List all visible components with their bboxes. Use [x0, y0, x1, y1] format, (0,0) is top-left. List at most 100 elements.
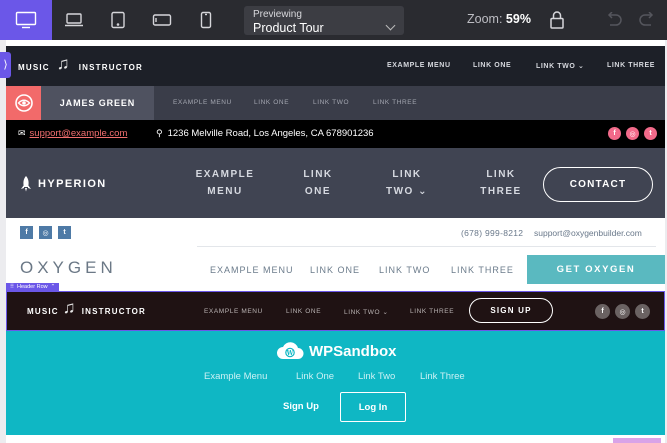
- nav-link-two[interactable]: LINK TWO ⌄: [344, 308, 389, 316]
- nav-link-one[interactable]: LINK ONE: [310, 265, 360, 275]
- nav-link-one[interactable]: LINK ONE: [286, 308, 321, 315]
- nav-link-one[interactable]: Link One: [296, 371, 334, 382]
- nav-link-three[interactable]: LINK THREE: [373, 99, 417, 106]
- tablet-landscape-view-button[interactable]: [96, 0, 140, 40]
- wpsandbox-brand-text: WPSandbox: [309, 342, 397, 360]
- nav-link-two[interactable]: LINK TWO: [313, 99, 349, 106]
- mobile-icon: [200, 11, 212, 29]
- zoom-value: 59%: [505, 12, 531, 26]
- undo-icon[interactable]: [605, 11, 623, 33]
- nav-line-1: LINK: [392, 169, 422, 180]
- social-icons: f ◎ t: [595, 304, 650, 319]
- brand-right-text: INSTRUCTOR: [78, 62, 144, 72]
- desktop-view-button[interactable]: [0, 0, 52, 40]
- nav-link-one[interactable]: LINK ONE: [298, 166, 338, 200]
- nav-example-menu[interactable]: Example Menu: [204, 371, 267, 382]
- oxygen-header: f ◎ t (678) 999-8212 support@oxygenbuild…: [6, 218, 665, 290]
- music-instructor-logo[interactable]: MUSIC ♫ INSTRUCTOR: [18, 54, 144, 74]
- preview-select[interactable]: Previewing Product Tour: [244, 6, 404, 35]
- laptop-view-button[interactable]: [52, 0, 96, 40]
- nav-link-two[interactable]: LINK TWO ⌄: [382, 166, 432, 200]
- zoom-label: Zoom:: [467, 12, 503, 26]
- preview-value: Product Tour: [253, 21, 324, 35]
- nav-line-1: LINK: [486, 169, 516, 180]
- contact-button[interactable]: CONTACT: [543, 167, 653, 202]
- address-text: 1236 Melville Road, Los Angeles, CA 6789…: [167, 128, 374, 139]
- nav-link-three[interactable]: LINK THREE: [410, 308, 454, 315]
- music-instructor-header: MUSIC ♫ INSTRUCTOR EXAMPLE MENU LINK ONE…: [6, 46, 665, 86]
- music-note-icon: ♫: [56, 54, 71, 73]
- nav-link-two[interactable]: Link Two: [358, 371, 395, 382]
- panel-toggle-tab[interactable]: ⟩: [0, 52, 11, 78]
- facebook-icon[interactable]: f: [608, 127, 621, 140]
- phone-number[interactable]: (678) 999-8212: [461, 228, 523, 238]
- desktop-icon: [15, 11, 37, 29]
- oxygen-logo[interactable]: OXYGEN: [20, 258, 117, 278]
- nav-line-1: EXAMPLE: [195, 169, 255, 180]
- selected-header-row[interactable]: ⠿ Header Row ⌃ MUSIC ♫ INSTRUCTOR EXAMPL…: [6, 283, 665, 331]
- page-frame: MUSIC ♫ INSTRUCTOR EXAMPLE MENU LINK ONE…: [6, 40, 665, 443]
- tablet-portrait-view-button[interactable]: [140, 0, 184, 40]
- brand-left-text: MUSIC: [18, 62, 50, 72]
- nav-line-1: LINK: [303, 169, 333, 180]
- nav-line-2: MENU: [207, 186, 243, 197]
- twitter-icon[interactable]: t: [644, 127, 657, 140]
- nav-link-three[interactable]: LINK THREE: [607, 62, 655, 69]
- envelope-icon: ✉: [18, 128, 26, 138]
- social-icons: f ◎ t: [608, 127, 657, 140]
- log-in-button[interactable]: Log In: [340, 392, 406, 422]
- brand-left-text: MUSIC: [27, 306, 59, 316]
- instagram-icon[interactable]: ◎: [626, 127, 639, 140]
- instagram-icon[interactable]: ◎: [615, 304, 630, 319]
- hyperion-logo[interactable]: HYPERION: [20, 176, 107, 192]
- nav-example-menu[interactable]: EXAMPLE MENU: [204, 308, 263, 315]
- header-row-tag[interactable]: ⠿ Header Row ⌃: [6, 283, 60, 292]
- nav-link-three[interactable]: LINK THREE: [476, 166, 526, 200]
- social-icons: f ◎ t: [20, 226, 71, 239]
- nav-line-2: THREE: [480, 186, 522, 197]
- nav-link-three[interactable]: Link Three: [420, 371, 465, 382]
- nav-link-two[interactable]: LINK TWO ⌄: [536, 62, 584, 70]
- address: ⚲ 1236 Melville Road, Los Angeles, CA 67…: [156, 128, 374, 139]
- nav-example-menu[interactable]: EXAMPLE MENU: [194, 166, 256, 200]
- section-tag[interactable]: [613, 438, 661, 443]
- mobile-view-button[interactable]: [184, 0, 228, 40]
- nav-example-menu[interactable]: EXAMPLE MENU: [387, 62, 451, 69]
- sign-up-link[interactable]: Sign Up: [283, 401, 319, 412]
- nav-example-menu[interactable]: EXAMPLE MENU: [173, 99, 232, 106]
- hyperion-brand-text: HYPERION: [38, 178, 107, 190]
- cloud-wordpress-icon: W: [277, 342, 304, 359]
- lock-icon[interactable]: [549, 10, 565, 35]
- email-link[interactable]: ✉ support@example.com: [18, 128, 127, 139]
- facebook-icon[interactable]: f: [20, 226, 33, 239]
- nav-example-menu[interactable]: EXAMPLE MENU: [210, 265, 294, 275]
- brand-right-text: INSTRUCTOR: [81, 306, 147, 316]
- wpsandbox-logo[interactable]: W WPSandbox: [276, 341, 397, 361]
- instagram-icon[interactable]: ◎: [39, 226, 52, 239]
- next-section: [6, 435, 665, 443]
- twitter-icon[interactable]: t: [635, 304, 650, 319]
- zoom-readout[interactable]: Zoom: 59%: [467, 12, 531, 26]
- music-note-icon: ♫: [62, 298, 77, 317]
- facebook-icon[interactable]: f: [595, 304, 610, 319]
- rocket-icon: [21, 176, 31, 192]
- james-green-title[interactable]: JAMES GREEN: [41, 86, 154, 120]
- redo-icon[interactable]: [638, 11, 656, 33]
- nav-link-one[interactable]: LINK ONE: [473, 62, 511, 69]
- sign-up-button[interactable]: SIGN UP: [469, 298, 553, 323]
- tablet-landscape-icon: [152, 14, 172, 26]
- laptop-icon: [65, 13, 83, 27]
- email-link[interactable]: support@oxygenbuilder.com: [534, 228, 642, 238]
- map-pin-icon: ⚲: [156, 128, 163, 138]
- eye-logo[interactable]: [6, 86, 41, 120]
- nav-link-two[interactable]: LINK TWO: [379, 265, 430, 275]
- twitter-icon[interactable]: t: [58, 226, 71, 239]
- divider: [197, 246, 656, 247]
- nav-link-one[interactable]: LINK ONE: [254, 99, 289, 106]
- get-oxygen-button[interactable]: GET OXYGEN: [527, 255, 665, 284]
- nav-line-2: TWO ⌄: [386, 186, 428, 197]
- music-instructor-logo[interactable]: MUSIC ♫ INSTRUCTOR: [27, 298, 147, 318]
- nav-link-three[interactable]: LINK THREE: [451, 265, 514, 275]
- builder-toolbar: Previewing Product Tour Zoom: 59%: [0, 0, 667, 40]
- email-text: support@example.com: [29, 128, 128, 139]
